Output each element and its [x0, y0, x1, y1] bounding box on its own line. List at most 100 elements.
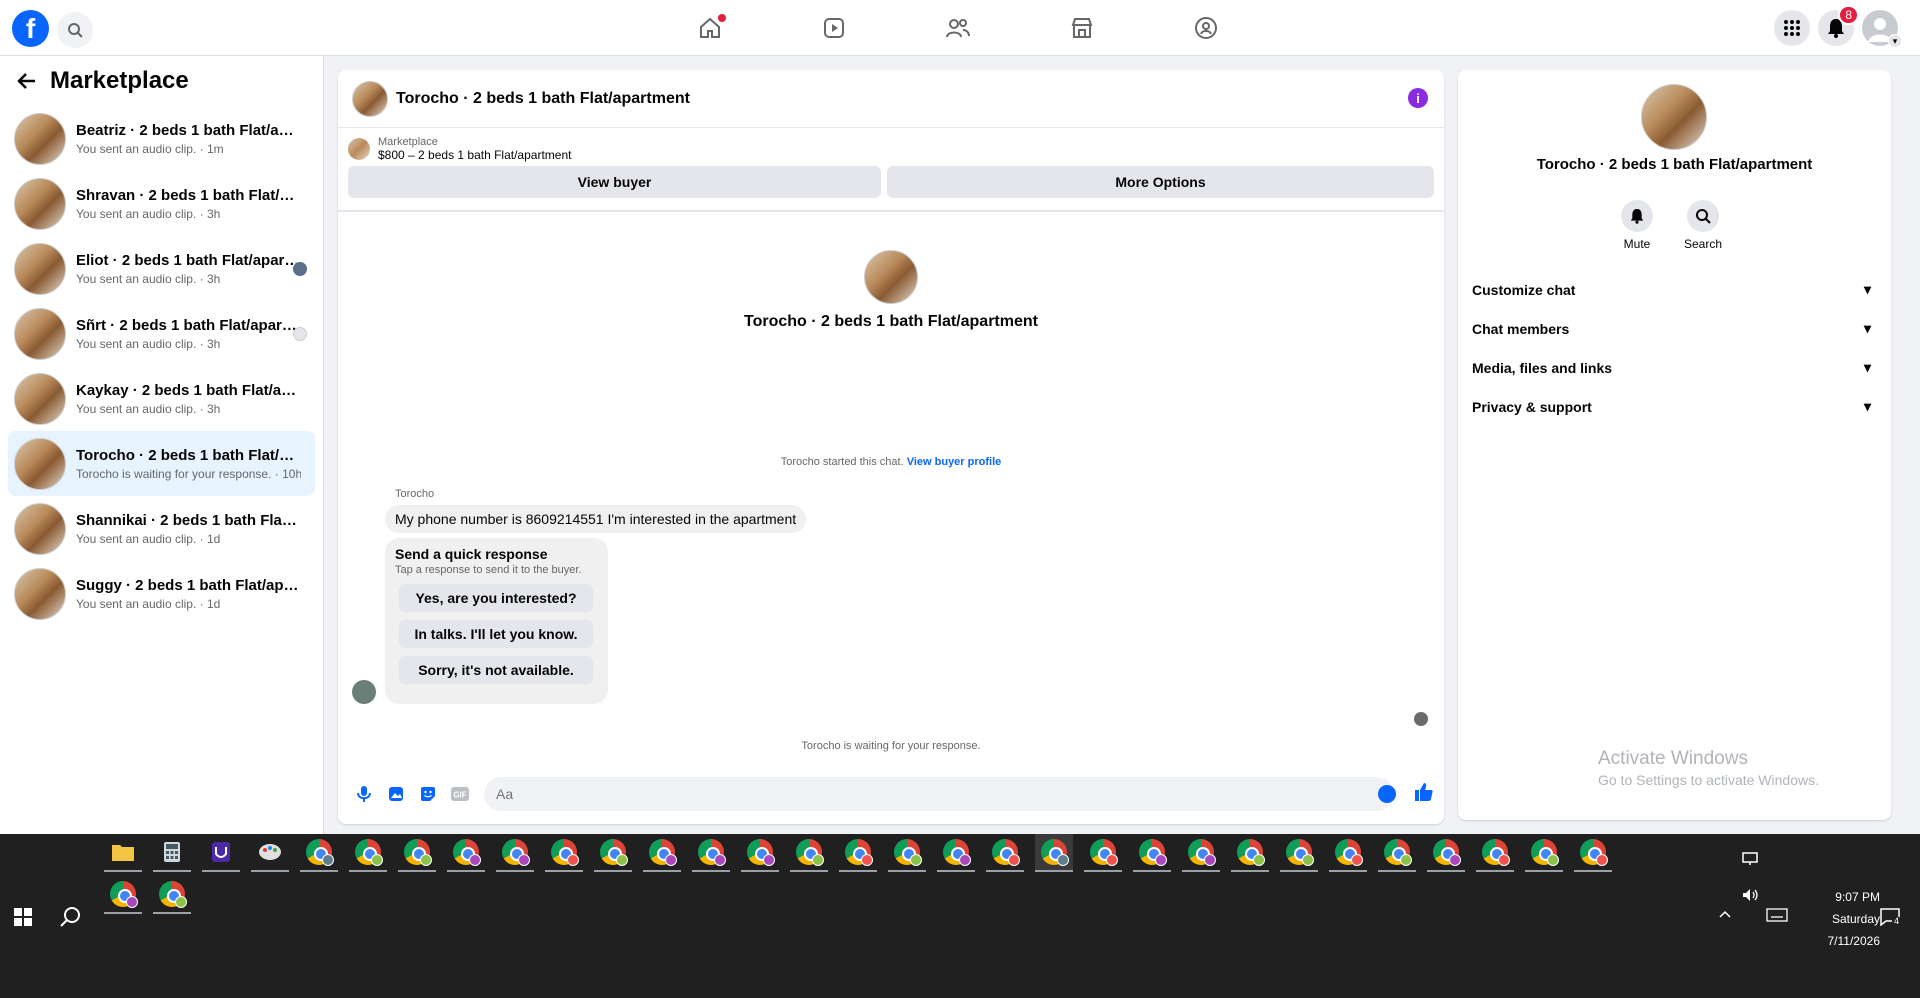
profile-badge	[518, 854, 530, 866]
chrome-window[interactable]	[153, 876, 191, 914]
quick-reply-button[interactable]: Sorry, it's not available.	[399, 656, 593, 684]
taskbar-clock[interactable]: 9:07 PM Saturday 7/11/2026	[1780, 886, 1881, 952]
desktop-icon[interactable]	[1742, 852, 1758, 869]
file-explorer-app[interactable]	[104, 834, 142, 872]
chrome-window[interactable]	[1084, 834, 1122, 872]
chrome-window[interactable]	[349, 834, 387, 872]
conversation-item[interactable]: Suggy · 2 beds 1 bath Flat/apartm... You …	[8, 561, 315, 626]
conversation-preview: You sent an audio clip. · 3h	[76, 336, 221, 351]
chrome-window[interactable]	[1182, 834, 1220, 872]
conversation-preview: You sent an audio clip. · 1m	[76, 141, 224, 156]
attach-photo-button[interactable]	[380, 778, 412, 810]
quick-reply-button[interactable]: In talks. I'll let you know.	[399, 620, 593, 648]
conversation-item[interactable]: Sñrt · 2 beds 1 bath Flat/apartm... You s…	[8, 301, 315, 366]
listing-thumbnail	[14, 112, 66, 165]
mute-button[interactable]	[1621, 200, 1653, 232]
chrome-window[interactable]	[937, 834, 975, 872]
chrome-window[interactable]	[1378, 834, 1416, 872]
search-icon	[1696, 209, 1711, 224]
taskbar-search-button[interactable]	[60, 906, 82, 933]
nav-video[interactable]	[772, 0, 896, 56]
notifications-button[interactable]: 8	[1818, 5, 1859, 46]
chrome-window[interactable]	[986, 834, 1024, 872]
conversation-item[interactable]: Shannikai · 2 beds 1 bath Flat/apar... Yo…	[8, 496, 315, 561]
profile-badge	[763, 854, 775, 866]
chrome-window[interactable]	[300, 834, 338, 872]
chrome-window[interactable]	[643, 834, 681, 872]
listing-thumbnail	[14, 372, 66, 425]
info-icon[interactable]: i	[1408, 88, 1428, 108]
profile-badge	[1547, 854, 1559, 866]
search-button[interactable]	[57, 12, 93, 48]
show-hidden-icons-button[interactable]	[1718, 908, 1732, 922]
chrome-window[interactable]	[1280, 834, 1318, 872]
view-buyer-button[interactable]: View buyer	[348, 166, 882, 198]
like-button[interactable]	[1414, 782, 1434, 807]
conversation-item[interactable]: Eliot · 2 beds 1 bath Flat/apartm... You …	[8, 236, 315, 301]
chat-members-section[interactable]: Chat members ▾	[1472, 309, 1877, 348]
conversation-item[interactable]: Shravan · 2 beds 1 bath Flat/apart... You…	[8, 171, 315, 236]
media-files-links-section[interactable]: Media, files and links ▾	[1472, 348, 1877, 387]
action-center-button[interactable]: 4	[1880, 908, 1902, 929]
chrome-window[interactable]	[1574, 834, 1612, 872]
chrome-window[interactable]	[1427, 834, 1465, 872]
nav-marketplace[interactable]	[1020, 0, 1144, 56]
search-in-chat-button[interactable]	[1687, 200, 1719, 232]
more-options-button[interactable]: More Options	[887, 166, 1434, 198]
chrome-window[interactable]	[545, 834, 583, 872]
back-arrow-icon[interactable]	[16, 70, 38, 92]
conversation-item[interactable]: Kaykay · 2 beds 1 bath Flat/apartm... You…	[8, 366, 315, 431]
conversation-preview: You sent an audio clip. · 3h	[76, 271, 221, 286]
chat-panel: Torocho · 2 beds 1 bath Flat/apartment i…	[338, 70, 1444, 824]
gif-button[interactable]: GIF	[444, 778, 476, 810]
chrome-window[interactable]	[496, 834, 534, 872]
quick-reply-button[interactable]: Yes, are you interested?	[399, 584, 593, 612]
chrome-window[interactable]	[104, 876, 142, 914]
chat-header[interactable]: Torocho · 2 beds 1 bath Flat/apartment i	[338, 70, 1444, 128]
chevron-down-icon[interactable]: ▾	[1888, 34, 1902, 48]
search-action[interactable]: Search	[1684, 200, 1722, 251]
conversation-item-active[interactable]: Torocho · 2 beds 1 bath Flat/apart... Tor…	[8, 431, 315, 496]
chrome-window[interactable]	[1476, 834, 1514, 872]
nav-home[interactable]	[648, 0, 772, 56]
conversation-item[interactable]: Beatriz · 2 beds 1 bath Flat/apartm... Yo…	[8, 106, 315, 171]
chrome-window[interactable]	[692, 834, 730, 872]
emoji-icon[interactable]	[1378, 785, 1396, 803]
mute-action[interactable]: Mute	[1621, 200, 1653, 251]
chrome-window[interactable]	[741, 834, 779, 872]
windows-logo-icon	[14, 908, 32, 926]
chrome-window[interactable]	[888, 834, 926, 872]
chrome-window[interactable]	[1231, 834, 1269, 872]
chrome-window[interactable]	[839, 834, 877, 872]
message-input[interactable]	[484, 777, 1394, 811]
chat-started-notice: Torocho started this chat. View buyer pr…	[338, 456, 1444, 468]
section-label: Media, files and links	[1472, 359, 1613, 376]
chrome-window[interactable]	[447, 834, 485, 872]
listing-price[interactable]: $800 – 2 beds 1 bath Flat/apartment	[378, 148, 571, 162]
paint-app[interactable]	[251, 834, 289, 872]
chrome-window-active[interactable]	[1035, 834, 1073, 872]
privacy-support-section[interactable]: Privacy & support ▾	[1472, 387, 1877, 426]
view-buyer-profile-link[interactable]: View buyer profile	[907, 456, 1002, 468]
voice-clip-button[interactable]	[348, 778, 380, 810]
chrome-window[interactable]	[398, 834, 436, 872]
chrome-window[interactable]	[790, 834, 828, 872]
nav-groups[interactable]	[1144, 0, 1268, 56]
calculator-app[interactable]	[153, 834, 191, 872]
nav-friends[interactable]	[896, 0, 1020, 56]
volume-icon[interactable]	[1742, 888, 1760, 905]
chrome-window[interactable]	[1133, 834, 1171, 872]
profile-avatar[interactable]: ▾	[1862, 10, 1902, 48]
start-button[interactable]	[14, 908, 32, 931]
palette-icon	[259, 844, 281, 860]
chrome-window[interactable]	[1525, 834, 1563, 872]
chrome-window[interactable]	[594, 834, 632, 872]
customize-chat-section[interactable]: Customize chat ▾	[1472, 270, 1877, 309]
purple-app[interactable]	[202, 834, 240, 872]
chrome-window[interactable]	[1329, 834, 1367, 872]
sticker-button[interactable]	[412, 778, 444, 810]
page-scrollbar[interactable]	[1906, 56, 1920, 834]
menu-button[interactable]	[1774, 10, 1810, 46]
listing-thumbnail	[348, 138, 370, 160]
facebook-logo[interactable]: f	[12, 10, 49, 47]
